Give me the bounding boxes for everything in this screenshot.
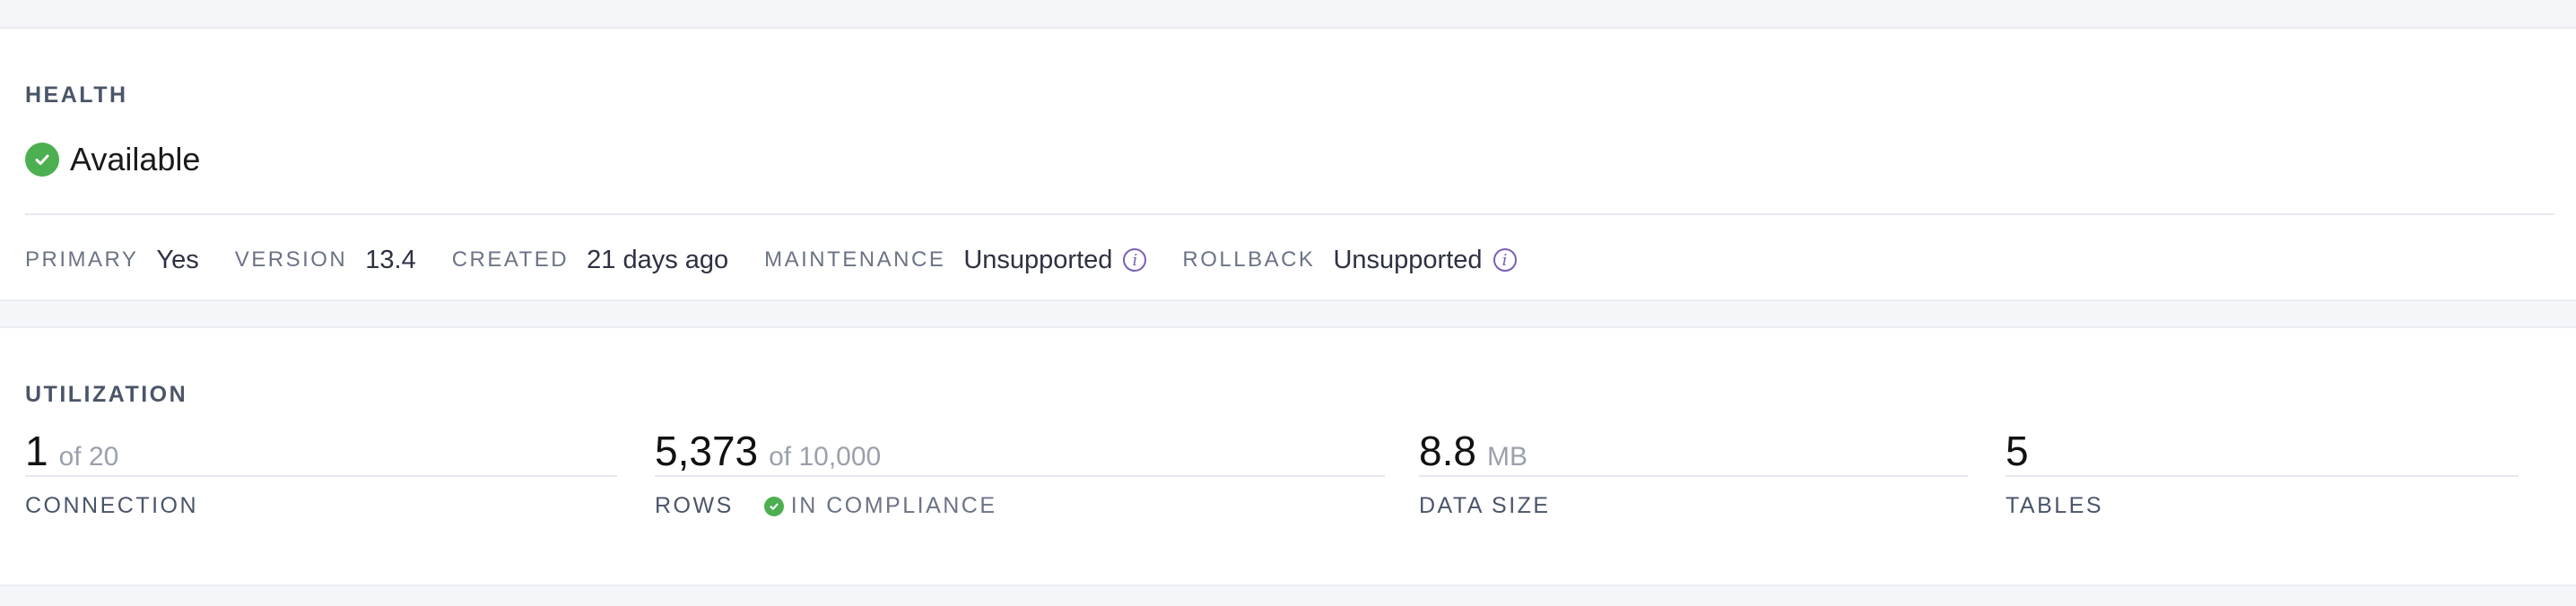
health-divider [25, 213, 2554, 215]
rollback-info-icon[interactable]: i [1493, 248, 1517, 272]
version-label: VERSION [234, 247, 348, 272]
created-label: CREATED [451, 247, 570, 272]
health-card: HEALTH Available PRIMARY Yes VERSION 13.… [0, 27, 2576, 301]
connection-value: 1 [25, 428, 48, 474]
rows-limit: of 10,000 [769, 442, 882, 472]
rows-value: 5,373 [655, 428, 759, 474]
utilization-section-title: UTILIZATION [25, 382, 188, 407]
rollback-label: ROLLBACK [1182, 247, 1316, 272]
rows-metric: 5,373 of 10,000 ROWS IN COMPLIANCE [655, 427, 1385, 519]
data-size-unit: MB [1486, 442, 1527, 472]
tables-value-row: 5 [2006, 427, 2519, 477]
database-overview: HEALTH Available PRIMARY Yes VERSION 13.… [0, 0, 2576, 606]
rows-label: ROWS [655, 493, 734, 518]
rollback-value-group: Unsupported i [1333, 245, 1517, 275]
connection-label: CONNECTION [25, 493, 199, 518]
health-section-title: HEALTH [25, 82, 128, 108]
data-size-value: 8.8 [1419, 428, 1476, 474]
tables-label: TABLES [2006, 493, 2104, 518]
connection-limit: of 20 [58, 442, 119, 472]
connection-metric: 1 of 20 CONNECTION [25, 427, 617, 519]
primary-label: PRIMARY [25, 247, 139, 272]
connection-value-row: 1 of 20 [25, 427, 617, 477]
compliance-label: IN COMPLIANCE [790, 493, 997, 518]
maintenance-value-group: Unsupported i [963, 245, 1147, 275]
maintenance-info-icon[interactable]: i [1123, 248, 1147, 272]
compliance-badge: IN COMPLIANCE [763, 493, 997, 519]
check-circle-icon [25, 143, 59, 177]
tables-label-row: TABLES [2006, 493, 2519, 519]
maintenance-label: MAINTENANCE [764, 247, 946, 272]
health-meta-row: PRIMARY Yes VERSION 13.4 CREATED 21 days… [25, 240, 1553, 280]
version-value: 13.4 [365, 245, 416, 274]
tables-metric: 5 TABLES [2006, 427, 2519, 519]
maintenance-value: Unsupported [963, 245, 1113, 274]
primary-value: Yes [156, 245, 199, 274]
rows-label-row: ROWS IN COMPLIANCE [655, 493, 1385, 519]
data-size-metric: 8.8 MB DATA SIZE [1419, 427, 1968, 519]
data-size-label-row: DATA SIZE [1419, 493, 1968, 519]
data-size-value-row: 8.8 MB [1419, 427, 1968, 477]
connection-label-row: CONNECTION [25, 493, 617, 519]
health-status: Available [25, 138, 200, 181]
utilization-card: UTILIZATION 1 of 20 CONNECTION 5,373 of … [0, 326, 2576, 586]
health-status-text: Available [70, 141, 201, 177]
rollback-value: Unsupported [1333, 245, 1483, 274]
rows-value-row: 5,373 of 10,000 [655, 427, 1385, 477]
tables-value: 5 [2006, 428, 2029, 474]
created-value: 21 days ago [587, 245, 729, 274]
data-size-label: DATA SIZE [1419, 493, 1551, 518]
check-circle-icon [763, 496, 784, 516]
